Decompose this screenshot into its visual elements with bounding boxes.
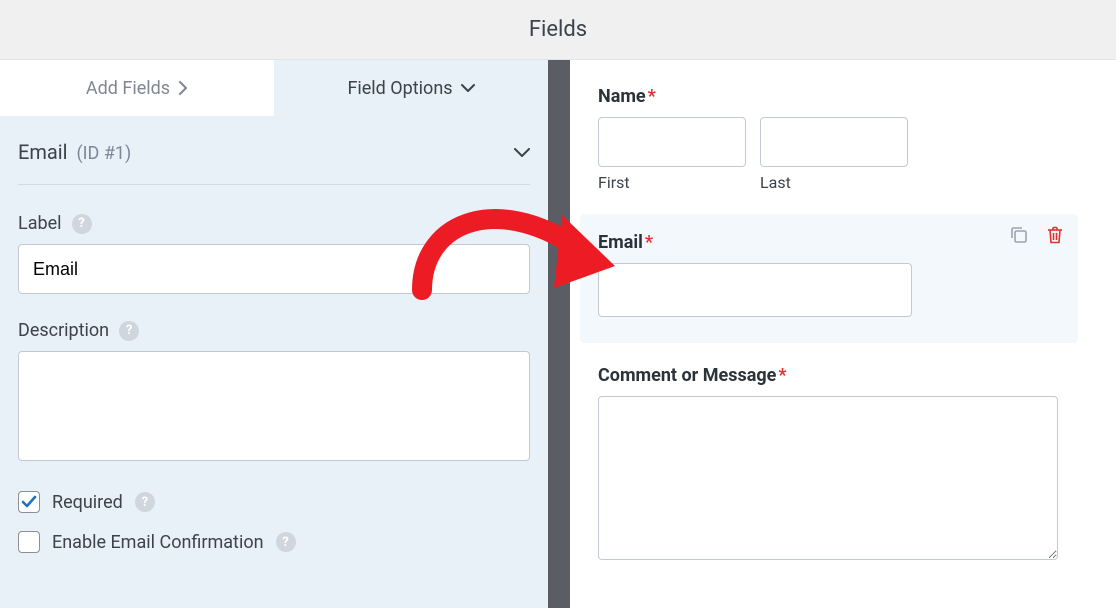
page-title-bar: Fields — [0, 0, 1116, 60]
message-label: Comment or Message* — [598, 365, 1108, 386]
message-label-text: Comment or Message — [598, 365, 776, 386]
option-description-text: Description — [18, 320, 109, 341]
preview-email-group-selected[interactable]: Email* — [580, 214, 1078, 343]
name-label: Name* — [598, 86, 1108, 107]
email-confirmation-checkbox[interactable] — [18, 531, 40, 553]
required-asterisk: * — [648, 86, 656, 107]
form-preview: Name* First Last — [570, 60, 1116, 608]
chevron-right-icon — [178, 81, 188, 95]
first-name-input[interactable] — [598, 117, 746, 167]
trash-icon[interactable] — [1044, 224, 1066, 246]
editing-field-id: (ID #1) — [76, 143, 131, 164]
name-label-text: Name — [598, 86, 646, 107]
required-checkbox[interactable] — [18, 491, 40, 513]
help-icon[interactable]: ? — [135, 492, 155, 512]
chevron-down-icon — [514, 143, 530, 162]
option-description-row: Description ? — [18, 320, 530, 465]
email-input[interactable] — [598, 263, 912, 317]
email-confirmation-row: Enable Email Confirmation ? — [18, 531, 530, 553]
required-label: Required — [52, 492, 123, 513]
help-icon[interactable]: ? — [72, 214, 92, 234]
field-options-panel: Email (ID #1) Label ? De — [0, 116, 548, 581]
required-asterisk: * — [645, 232, 653, 253]
help-icon[interactable]: ? — [276, 532, 296, 552]
editing-field-title: Email (ID #1) — [18, 140, 131, 164]
label-input[interactable] — [18, 244, 530, 294]
page-title: Fields — [529, 17, 587, 42]
chevron-down-icon — [461, 83, 475, 93]
tab-field-options-label: Field Options — [347, 78, 452, 99]
tab-field-options[interactable]: Field Options — [274, 60, 548, 116]
first-name-sublabel: First — [598, 173, 746, 192]
editing-field-name: Email — [18, 140, 68, 164]
left-sidebar: Add Fields Field Options Email (ID — [0, 60, 548, 608]
tab-add-fields-label: Add Fields — [86, 78, 170, 99]
email-label-text: Email — [598, 232, 643, 253]
sidebar-tabs: Add Fields Field Options — [0, 60, 548, 116]
description-input[interactable] — [18, 351, 530, 461]
required-checkbox-row: Required ? — [18, 491, 530, 513]
last-name-sublabel: Last — [760, 173, 908, 192]
email-confirmation-label: Enable Email Confirmation — [52, 532, 264, 553]
option-label-row: Label ? — [18, 213, 530, 294]
help-icon[interactable]: ? — [119, 321, 139, 341]
email-label: Email* — [598, 232, 1060, 253]
required-asterisk: * — [778, 365, 786, 386]
duplicate-icon[interactable] — [1008, 224, 1030, 246]
option-label-text: Label — [18, 213, 62, 234]
last-name-input[interactable] — [760, 117, 908, 167]
tab-add-fields[interactable]: Add Fields — [0, 60, 274, 116]
preview-name-group[interactable]: Name* First Last — [598, 86, 1108, 192]
message-textarea[interactable] — [598, 396, 1058, 560]
preview-message-group[interactable]: Comment or Message* — [598, 365, 1108, 564]
editing-field-header[interactable]: Email (ID #1) — [18, 140, 530, 185]
panel-divider[interactable] — [548, 60, 570, 608]
